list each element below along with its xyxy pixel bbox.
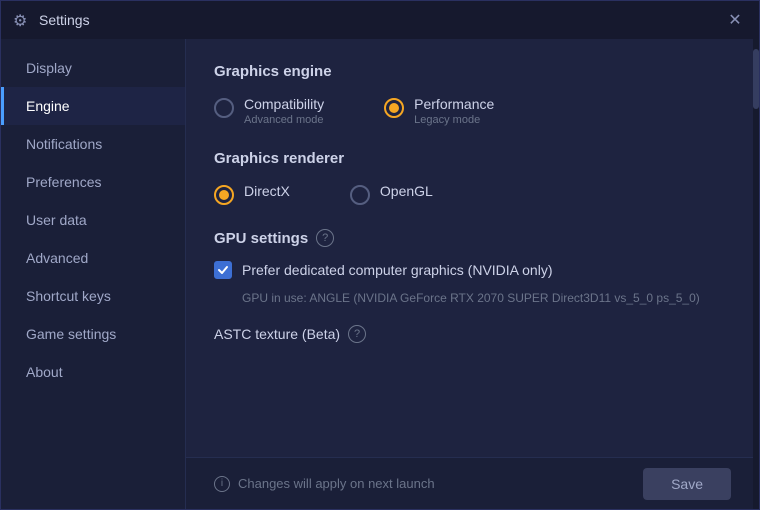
sidebar-item-display[interactable]: Display: [1, 49, 185, 87]
radio-performance-sublabel: Legacy mode: [414, 114, 494, 126]
astc-texture-label: ASTC texture (Beta): [214, 326, 340, 342]
astc-texture-row: ASTC texture (Beta) ?: [214, 325, 731, 343]
footer: i Changes will apply on next launch Save: [186, 457, 759, 509]
footer-note-text: Changes will apply on next launch: [238, 476, 435, 491]
astc-help-icon[interactable]: ?: [348, 325, 366, 343]
radio-directx-label: DirectX: [244, 183, 290, 199]
gpu-settings-header: GPU settings ?: [214, 229, 731, 247]
gpu-settings-title: GPU settings: [214, 230, 308, 247]
scrollbar-thumb[interactable]: [753, 49, 759, 109]
prefer-dedicated-gpu-row[interactable]: Prefer dedicated computer graphics (NVID…: [214, 261, 731, 279]
sidebar-item-game-settings[interactable]: Game settings: [1, 315, 185, 353]
sidebar-item-shortcut-keys[interactable]: Shortcut keys: [1, 277, 185, 315]
scrollbar-track[interactable]: [753, 39, 759, 509]
sidebar-item-preferences[interactable]: Preferences: [1, 163, 185, 201]
radio-compatibility[interactable]: Compatibility Advanced mode: [214, 96, 324, 126]
titlebar: ⚙ Settings ✕: [1, 1, 759, 39]
settings-window: ⚙ Settings ✕ Display Engine Notification…: [0, 0, 760, 510]
settings-icon: ⚙: [13, 11, 31, 29]
radio-performance-label: Performance: [414, 96, 494, 112]
sidebar-item-notifications[interactable]: Notifications: [1, 125, 185, 163]
radio-compatibility-label: Compatibility: [244, 96, 324, 112]
radio-directx[interactable]: DirectX: [214, 183, 290, 205]
graphics-engine-group: Compatibility Advanced mode Performance …: [214, 96, 731, 126]
astc-radio-placeholder: [214, 359, 731, 379]
prefer-dedicated-gpu-label: Prefer dedicated computer graphics (NVID…: [242, 262, 552, 278]
radio-opengl-circle: [350, 185, 370, 205]
radio-opengl-label: OpenGL: [380, 183, 433, 199]
radio-directx-circle: [214, 185, 234, 205]
gpu-help-icon[interactable]: ?: [316, 229, 334, 247]
radio-compatibility-sublabel: Advanced mode: [244, 114, 324, 126]
window-title: Settings: [39, 12, 723, 28]
checkmark-icon: [217, 264, 229, 276]
sidebar-item-engine[interactable]: Engine: [1, 87, 185, 125]
radio-performance[interactable]: Performance Legacy mode: [384, 96, 494, 126]
graphics-renderer-title: Graphics renderer: [214, 150, 731, 167]
sidebar: Display Engine Notifications Preferences…: [1, 39, 186, 509]
main-content: Graphics engine Compatibility Advanced m…: [186, 39, 759, 439]
radio-performance-circle: [384, 98, 404, 118]
sidebar-item-user-data[interactable]: User data: [1, 201, 185, 239]
content-area: Display Engine Notifications Preferences…: [1, 39, 759, 509]
sidebar-item-advanced[interactable]: Advanced: [1, 239, 185, 277]
prefer-dedicated-gpu-checkbox: [214, 261, 232, 279]
graphics-renderer-group: DirectX OpenGL: [214, 183, 731, 205]
radio-compatibility-circle: [214, 98, 234, 118]
gpu-info-text: GPU in use: ANGLE (NVIDIA GeForce RTX 20…: [214, 289, 731, 307]
radio-opengl[interactable]: OpenGL: [350, 183, 433, 205]
save-button[interactable]: Save: [643, 468, 731, 500]
sidebar-item-about[interactable]: About: [1, 353, 185, 391]
close-button[interactable]: ✕: [723, 8, 747, 32]
graphics-engine-title: Graphics engine: [214, 63, 731, 80]
info-icon: i: [214, 476, 230, 492]
footer-note: i Changes will apply on next launch: [214, 476, 435, 492]
